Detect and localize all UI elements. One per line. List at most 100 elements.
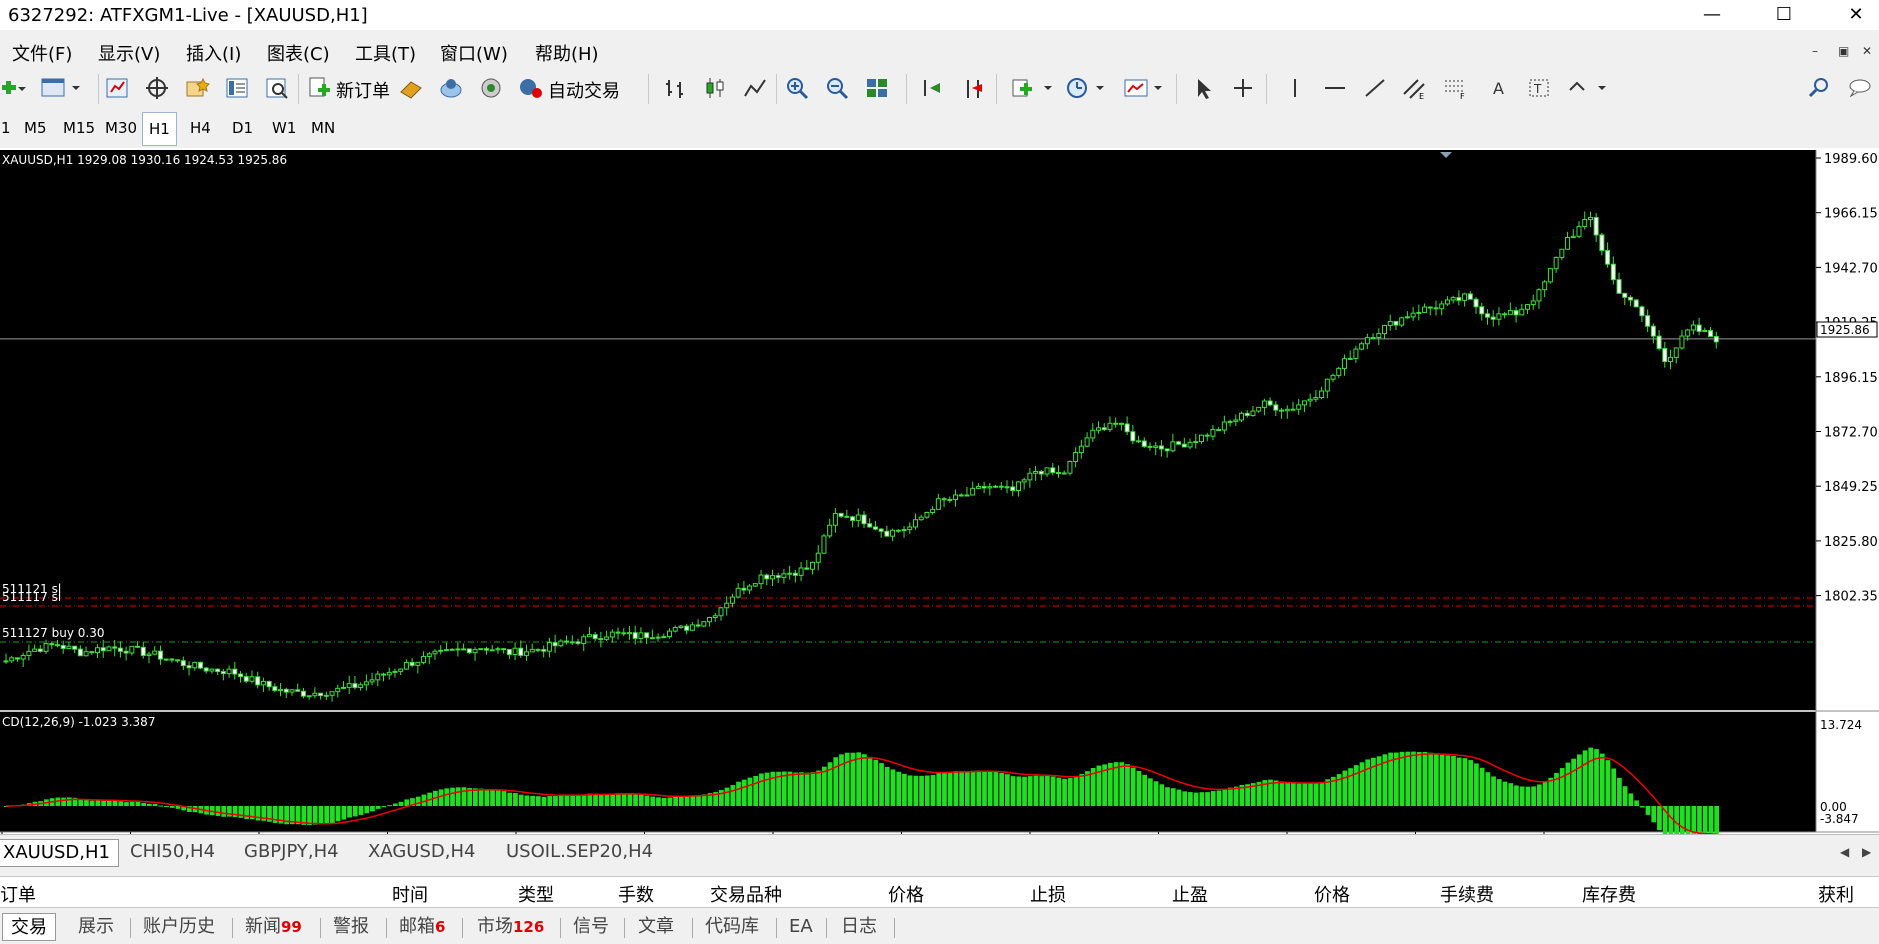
fibonacci-icon[interactable]: F xyxy=(1442,76,1468,100)
horizontal-line-icon[interactable] xyxy=(1322,76,1348,100)
chart-shift-icon[interactable] xyxy=(920,76,946,100)
new-order-icon[interactable] xyxy=(306,76,332,100)
equidistant-channel-icon[interactable]: E xyxy=(1402,76,1428,100)
main-chart-pane[interactable] xyxy=(0,150,1816,710)
col-order[interactable]: 订单 xyxy=(0,881,36,907)
candle-body xyxy=(1307,398,1313,402)
crosshair-icon[interactable] xyxy=(1230,76,1256,100)
menu-window[interactable]: 窗口(W) xyxy=(440,40,508,66)
zoom-out-icon[interactable] xyxy=(824,76,850,100)
terminal-tab-signals[interactable]: 信号 xyxy=(573,913,609,941)
mdi-minimize-icon[interactable]: – xyxy=(1812,44,1818,58)
macd-bar xyxy=(1067,778,1073,806)
candle-body xyxy=(586,634,592,638)
macd-pane[interactable] xyxy=(0,712,1816,832)
timeframe-m1[interactable]: 1 xyxy=(1,119,11,137)
vertical-line-icon[interactable] xyxy=(1282,76,1308,100)
chart-tab-xagusd[interactable]: XAGUSD,H4 xyxy=(360,839,483,867)
timeframe-h1[interactable]: H1 xyxy=(142,112,177,146)
signals-icon[interactable] xyxy=(478,76,504,100)
tile-windows-icon[interactable] xyxy=(864,76,890,100)
minimize-button[interactable]: — xyxy=(1690,0,1734,30)
zoom-in-icon[interactable] xyxy=(784,76,810,100)
market-watch-icon[interactable] xyxy=(104,76,130,100)
terminal-tab-experts[interactable]: EA xyxy=(789,913,813,941)
auto-scroll-icon[interactable] xyxy=(960,76,986,100)
menu-file[interactable]: 文件(F) xyxy=(12,40,72,66)
mdi-restore-icon[interactable]: ▣ xyxy=(1838,44,1849,58)
bar-chart-icon[interactable] xyxy=(662,76,688,100)
candlestick-chart-icon[interactable] xyxy=(702,76,728,100)
macd-bar xyxy=(1508,783,1514,806)
data-window-icon[interactable] xyxy=(224,76,250,100)
text-label-icon[interactable]: T xyxy=(1526,76,1552,100)
candle-body xyxy=(1439,303,1445,310)
maximize-button[interactable]: ☐ xyxy=(1762,0,1806,30)
navigator-icon[interactable] xyxy=(144,76,170,100)
chat-icon[interactable] xyxy=(1846,76,1872,100)
col-swap[interactable]: 库存费 xyxy=(1582,881,1636,907)
terminal-tab-mailbox[interactable]: 邮箱6 xyxy=(399,913,445,941)
terminal-tab-journal[interactable]: 日志 xyxy=(841,913,877,941)
chart-tab-gbpjpy[interactable]: GBPJPY,H4 xyxy=(236,839,347,867)
mql5-community-icon[interactable] xyxy=(438,76,464,100)
terminal-tab-alerts[interactable]: 警报 xyxy=(333,913,369,941)
col-price[interactable]: 价格 xyxy=(888,881,924,907)
line-chart-icon[interactable] xyxy=(742,76,768,100)
menu-insert[interactable]: 插入(I) xyxy=(186,40,241,66)
timeframe-w1[interactable]: W1 xyxy=(272,119,296,137)
terminal-tab-articles[interactable]: 文章 xyxy=(638,913,674,941)
timeframe-m30[interactable]: M30 xyxy=(105,119,137,137)
favorites-icon[interactable] xyxy=(184,76,210,100)
col-profit[interactable]: 获利 xyxy=(1818,881,1854,907)
timeframe-mn[interactable]: MN xyxy=(311,119,335,137)
col-take-profit[interactable]: 止盈 xyxy=(1172,881,1208,907)
timeframe-h4[interactable]: H4 xyxy=(190,119,211,137)
timeframe-m15[interactable]: M15 xyxy=(63,119,95,137)
chart-tab-xauusd[interactable]: XAUUSD,H1 xyxy=(0,839,119,867)
profiles-icon[interactable] xyxy=(38,76,86,100)
chart-tab-usoil[interactable]: USOIL.SEP20,H4 xyxy=(498,839,661,867)
cursor-icon[interactable] xyxy=(1190,76,1216,100)
meta-editor-icon[interactable] xyxy=(398,76,424,100)
terminal-tab-exposure[interactable]: 展示 xyxy=(78,913,114,941)
col-time[interactable]: 时间 xyxy=(392,881,428,907)
price-chart[interactable]: 1989.601966.151942.701919.251896.151872.… xyxy=(0,148,1879,842)
col-stop-loss[interactable]: 止损 xyxy=(1030,881,1066,907)
periods-icon[interactable] xyxy=(1064,76,1110,100)
new-chart-icon[interactable] xyxy=(0,76,26,100)
mdi-close-icon[interactable]: ✕ xyxy=(1862,44,1872,58)
col-symbol[interactable]: 交易品种 xyxy=(710,881,782,907)
col-commission[interactable]: 手续费 xyxy=(1440,881,1494,907)
timeframe-d1[interactable]: D1 xyxy=(232,119,253,137)
menu-view[interactable]: 显示(V) xyxy=(98,40,160,66)
terminal-tab-code-base[interactable]: 代码库 xyxy=(705,913,759,941)
text-icon[interactable]: A xyxy=(1486,76,1512,100)
new-order-button[interactable]: 新订单 xyxy=(336,77,390,103)
timeframe-m5[interactable]: M5 xyxy=(24,119,47,137)
auto-trading-icon[interactable] xyxy=(518,76,544,100)
chart-tab-chi50[interactable]: CHI50,H4 xyxy=(122,839,223,867)
strategy-tester-icon[interactable] xyxy=(264,76,290,100)
trend-line-icon[interactable] xyxy=(1362,76,1388,100)
tab-scroll-right-icon[interactable]: ▶ xyxy=(1854,839,1879,867)
auto-trading-button[interactable]: 自动交易 xyxy=(548,77,620,103)
terminal-tab-history[interactable]: 账户历史 xyxy=(143,913,215,941)
menu-charts[interactable]: 图表(C) xyxy=(267,40,330,66)
terminal-tab-trade[interactable]: 交易 xyxy=(2,913,56,941)
close-button[interactable]: ✕ xyxy=(1834,0,1878,30)
col-type[interactable]: 类型 xyxy=(518,881,554,907)
search-icon[interactable] xyxy=(1806,76,1832,100)
macd-bar xyxy=(1085,771,1090,806)
menu-tools[interactable]: 工具(T) xyxy=(355,40,416,66)
templates-icon[interactable] xyxy=(1122,76,1168,100)
arrows-icon[interactable] xyxy=(1566,76,1612,100)
terminal-tab-market[interactable]: 市场126 xyxy=(477,913,544,941)
terminal-tab-news[interactable]: 新闻99 xyxy=(245,913,302,941)
col-volume[interactable]: 手数 xyxy=(618,881,654,907)
indicators-icon[interactable] xyxy=(1010,76,1056,100)
candle-body xyxy=(769,575,775,580)
col-current-price[interactable]: 价格 xyxy=(1314,881,1350,907)
menu-help[interactable]: 帮助(H) xyxy=(535,40,599,66)
candle-body xyxy=(867,523,873,528)
